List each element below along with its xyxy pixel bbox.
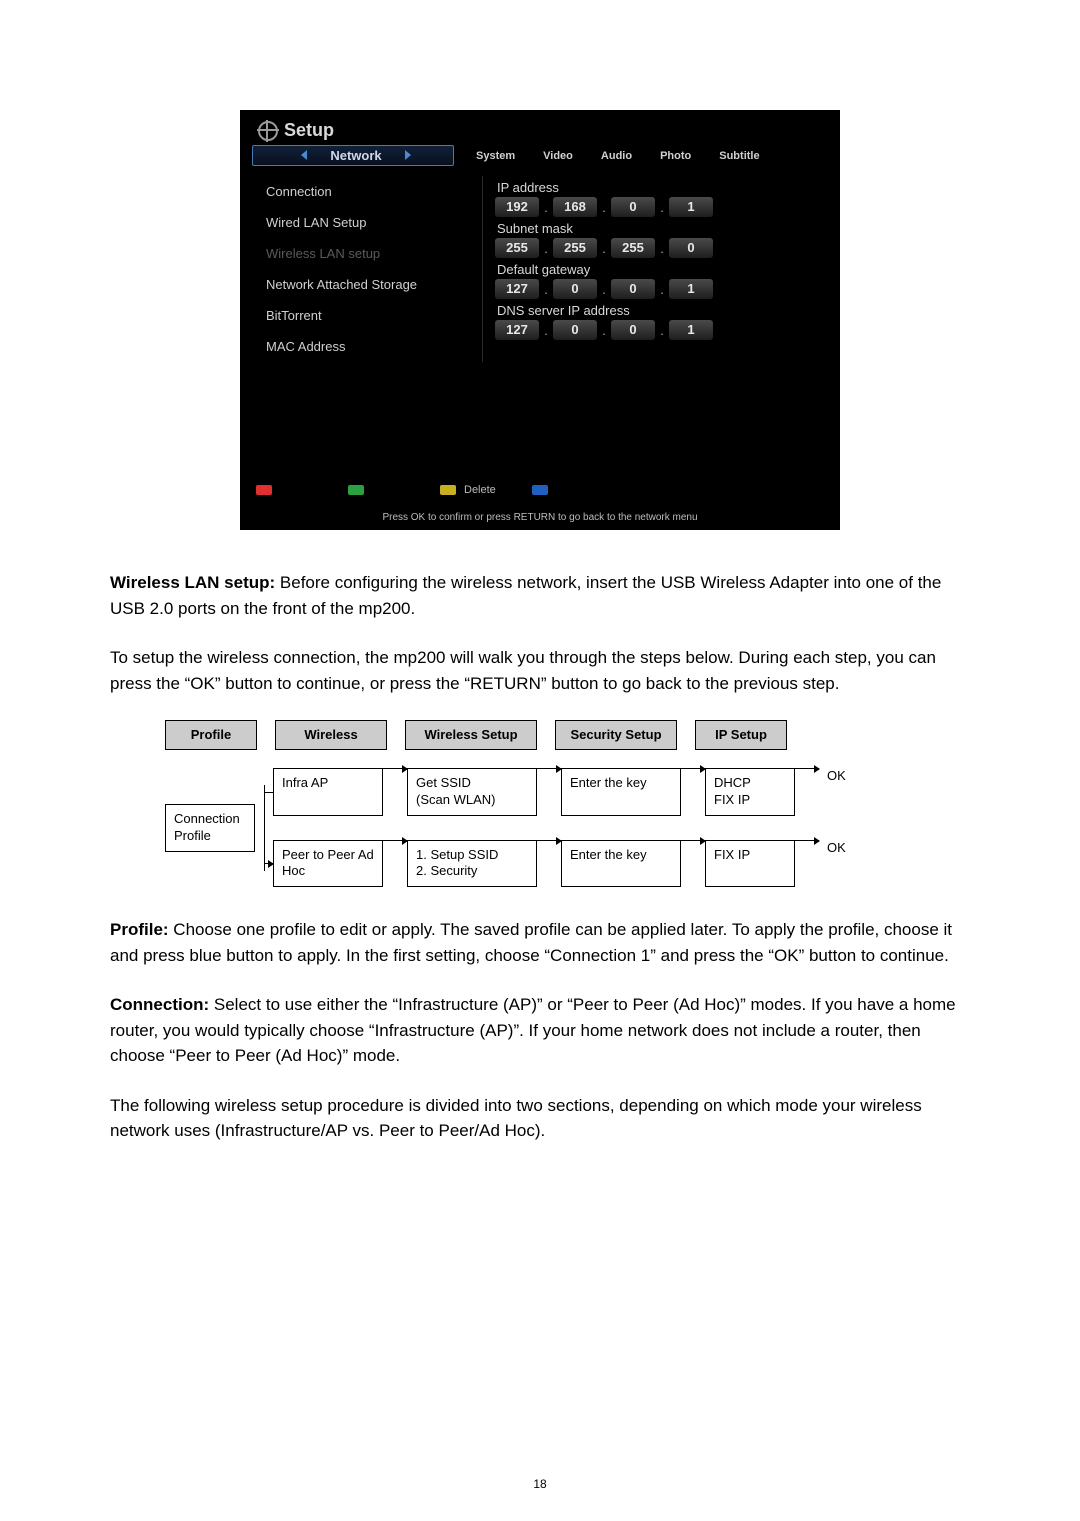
dns-oct-2[interactable]: 0: [553, 320, 597, 340]
para-procedure: The following wireless setup procedure i…: [110, 1093, 970, 1144]
para1-lead: Wireless LAN setup:: [110, 573, 275, 592]
flow-box-enter-key-2: Enter the key: [561, 840, 681, 888]
footer-hint: Press OK to confirm or press RETURN to g…: [370, 511, 710, 524]
mask-oct-1[interactable]: 255: [495, 238, 539, 258]
flow-header-security-setup: Security Setup: [555, 720, 677, 750]
dns-label: DNS server IP address: [497, 303, 824, 318]
menu-item-mac[interactable]: MAC Address: [264, 331, 474, 362]
para4-rest: Select to use either the “Infrastructure…: [110, 995, 956, 1065]
flow-end-ok-2: OK: [819, 840, 846, 888]
flow-box-peer-to-peer: Peer to Peer Ad Hoc: [273, 840, 383, 888]
flow-end-ok-1: OK: [819, 768, 846, 816]
gateway-row: 127. 0. 0. 1: [495, 279, 824, 299]
ip-address-row: 192. 168. 0. 1: [495, 197, 824, 217]
para-connection: Connection: Select to use either the “In…: [110, 992, 970, 1069]
menu-item-nas[interactable]: Network Attached Storage: [264, 269, 474, 300]
ip-oct-2[interactable]: 168: [553, 197, 597, 217]
tab-subtitle[interactable]: Subtitle: [719, 150, 759, 162]
flow-box-infra-ap: Infra AP: [273, 768, 383, 816]
flow-box-dhcp-fixip: DHCPFIX IP: [705, 768, 795, 816]
para3-lead: Profile:: [110, 920, 169, 939]
mask-oct-2[interactable]: 255: [553, 238, 597, 258]
flow-header-wireless-setup: Wireless Setup: [405, 720, 537, 750]
gw-oct-2[interactable]: 0: [553, 279, 597, 299]
flow-box-fixip: FIX IP: [705, 840, 795, 888]
flow-box-setup-ssid-security: 1. Setup SSID2. Security: [407, 840, 537, 888]
network-menu: Connection Wired LAN Setup Wireless LAN …: [264, 176, 483, 362]
flow-header-ip-setup: IP Setup: [695, 720, 787, 750]
green-key-icon: [348, 485, 364, 495]
wireless-setup-flow-diagram: Profile Wireless Wireless Setup Security…: [165, 720, 985, 887]
ip-settings-panel: IP address 192. 168. 0. 1 Subnet mask 25…: [483, 176, 824, 362]
menu-item-bittorrent[interactable]: BitTorrent: [264, 300, 474, 331]
dns-oct-3[interactable]: 0: [611, 320, 655, 340]
page-number: 18: [0, 1477, 1080, 1491]
arrow-icon: [795, 840, 819, 841]
flow-header-wireless: Wireless: [275, 720, 387, 750]
active-tab-label: Network: [330, 148, 381, 163]
tab-photo[interactable]: Photo: [660, 150, 691, 162]
yellow-key-label: Delete: [464, 484, 496, 496]
arrow-left-icon[interactable]: [301, 150, 307, 160]
ip-address-label: IP address: [497, 180, 824, 195]
menu-item-wireless-lan: Wireless LAN setup: [264, 238, 474, 269]
gear-icon: [258, 121, 278, 141]
mask-oct-3[interactable]: 255: [611, 238, 655, 258]
subnet-mask-row: 255. 255. 255. 0: [495, 238, 824, 258]
menu-item-wired-lan[interactable]: Wired LAN Setup: [264, 207, 474, 238]
blue-key-icon: [532, 485, 548, 495]
dns-row: 127. 0. 0. 1: [495, 320, 824, 340]
gw-oct-1[interactable]: 127: [495, 279, 539, 299]
subnet-mask-label: Subnet mask: [497, 221, 824, 236]
screenshot-title: Setup: [284, 120, 334, 141]
para-profile: Profile: Choose one profile to edit or a…: [110, 917, 970, 968]
arrow-icon: [537, 840, 561, 841]
dns-oct-4[interactable]: 1: [669, 320, 713, 340]
menu-item-connection[interactable]: Connection: [264, 176, 474, 207]
ip-oct-3[interactable]: 0: [611, 197, 655, 217]
mask-oct-4[interactable]: 0: [669, 238, 713, 258]
ip-oct-1[interactable]: 192: [495, 197, 539, 217]
flow-box-get-ssid: Get SSID(Scan WLAN): [407, 768, 537, 816]
para4-lead: Connection:: [110, 995, 209, 1014]
screenshot-title-bar: Setup: [240, 110, 840, 145]
gw-oct-3[interactable]: 0: [611, 279, 655, 299]
active-tab-network[interactable]: Network: [252, 145, 454, 166]
yellow-key-icon: [440, 485, 456, 495]
para3-rest: Choose one profile to edit or apply. The…: [110, 920, 952, 965]
category-tab-bar: Network System Video Audio Photo Subtitl…: [240, 145, 840, 166]
arrow-icon: [383, 840, 407, 841]
arrow-icon: [795, 768, 819, 769]
gateway-label: Default gateway: [497, 262, 824, 277]
ip-oct-4[interactable]: 1: [669, 197, 713, 217]
tab-audio[interactable]: Audio: [601, 150, 632, 162]
gw-oct-4[interactable]: 1: [669, 279, 713, 299]
dns-oct-1[interactable]: 127: [495, 320, 539, 340]
tab-video[interactable]: Video: [543, 150, 573, 162]
para-walkthrough: To setup the wireless connection, the mp…: [110, 645, 970, 696]
arrow-icon: [383, 768, 407, 769]
arrow-icon: [681, 840, 705, 841]
flow-header-profile: Profile: [165, 720, 257, 750]
tab-system[interactable]: System: [476, 150, 515, 162]
color-key-footer: Delete: [240, 484, 840, 496]
arrow-icon: [681, 768, 705, 769]
flow-box-enter-key-1: Enter the key: [561, 768, 681, 816]
arrow-icon: [537, 768, 561, 769]
network-setup-screenshot: Setup Network System Video Audio Photo S…: [240, 110, 840, 530]
para-wireless-lan-setup: Wireless LAN setup: Before configuring t…: [110, 570, 970, 621]
red-key-icon: [256, 485, 272, 495]
arrow-right-icon[interactable]: [405, 150, 411, 160]
